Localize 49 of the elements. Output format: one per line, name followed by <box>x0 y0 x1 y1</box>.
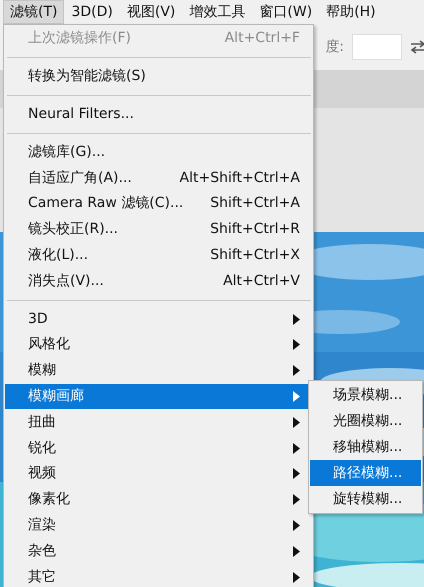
menu-item[interactable]: 液化(L)... Shift+Ctrl+X <box>5 242 312 268</box>
menu-item[interactable]: 渲染 <box>5 512 312 538</box>
shortcut-text: Shift+Ctrl+R <box>210 220 300 240</box>
submenu-item[interactable]: 场景模糊... <box>310 382 421 408</box>
menu-item[interactable]: 风格化 <box>5 332 312 358</box>
submenu-item[interactable]: 光圈模糊... <box>310 408 421 434</box>
menu-item[interactable]: 3D <box>5 306 312 332</box>
swap-icon[interactable] <box>410 40 424 54</box>
menu-item[interactable]: 消失点(V)... Alt+Ctrl+V <box>5 268 312 294</box>
submenu-arrow-icon <box>293 365 300 376</box>
submenu-item[interactable]: 旋转模糊... <box>310 486 421 512</box>
submenu-arrow-icon <box>293 416 300 428</box>
submenu-arrow-icon <box>293 494 300 506</box>
submenu-arrow-icon <box>293 520 300 531</box>
shortcut-text: Alt+Ctrl+V <box>223 272 300 291</box>
menu-bar-item[interactable]: 3D(D) <box>64 0 120 24</box>
menu-item[interactable]: 其它 <box>5 564 312 587</box>
input-field[interactable] <box>352 34 402 60</box>
submenu-item[interactable]: 路径模糊... <box>310 460 421 486</box>
menu-item[interactable]: 转换为智能滤镜(S) <box>5 64 312 90</box>
submenu-arrow-icon <box>293 468 300 480</box>
menu-item[interactable]: 像素化 <box>5 486 312 513</box>
submenu-arrow-icon <box>293 442 300 454</box>
menu-item[interactable]: 滤镜库(G)... <box>5 139 312 166</box>
submenu-arrow-icon <box>293 390 300 402</box>
submenu-arrow-icon <box>293 546 300 557</box>
menu-item[interactable]: 杂色 <box>5 538 312 564</box>
shortcut-text: Shift+Ctrl+A <box>210 194 300 214</box>
menu-bar-item[interactable]: 视图(V) <box>120 0 182 24</box>
menu-item[interactable]: Neural Filters... <box>5 102 312 128</box>
shortcut-text: Alt+Ctrl+F <box>224 29 300 48</box>
menu-item[interactable]: 扭曲 <box>5 409 312 436</box>
menu-item[interactable]: 模糊 <box>5 358 312 384</box>
menu-item[interactable]: 自适应广角(A)... Alt+Shift+Ctrl+A <box>5 165 312 191</box>
shortcut-text: Alt+Shift+Ctrl+A <box>180 168 300 188</box>
menu-item[interactable]: 视频 <box>5 460 312 487</box>
submenu-arrow-icon <box>293 314 300 325</box>
shortcut-text: Shift+Ctrl+X <box>210 246 300 265</box>
menu-bar-item[interactable]: 增效工具 <box>182 0 252 24</box>
menu-item[interactable]: Camera Raw 滤镜(C)... Shift+Ctrl+A <box>5 190 312 217</box>
field-label: 度: <box>325 38 344 56</box>
submenu-arrow-icon <box>293 572 300 583</box>
menu-bar-item[interactable]: 窗口(W) <box>252 0 320 24</box>
submenu-arrow-icon <box>293 339 300 350</box>
menu-item[interactable]: 镜头校正(R)... Shift+Ctrl+R <box>5 216 312 243</box>
menu-item[interactable]: 锐化 <box>5 435 312 461</box>
menu-bar-item[interactable]: 帮助(H) <box>319 0 383 24</box>
menu-bar-item[interactable]: 滤镜(T) <box>3 0 64 24</box>
submenu-item[interactable]: 移轴模糊... <box>310 434 421 460</box>
